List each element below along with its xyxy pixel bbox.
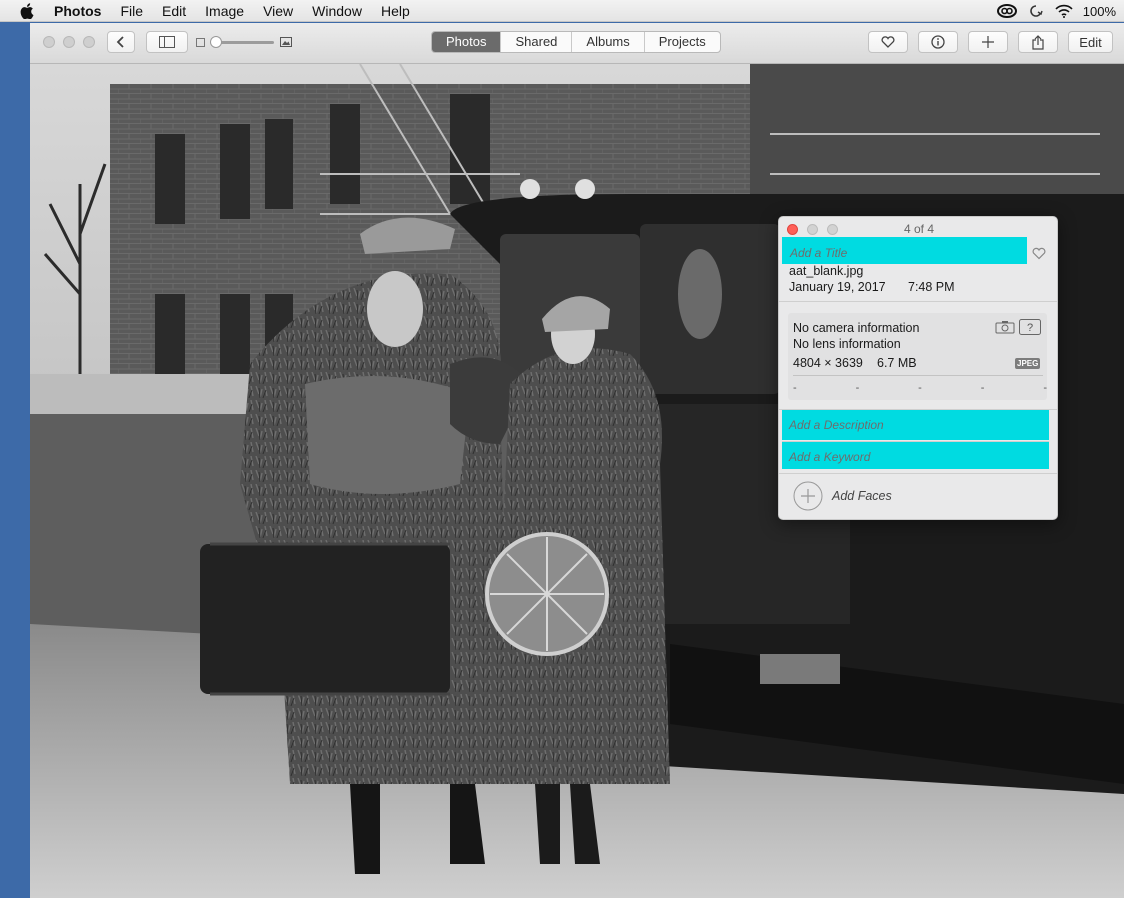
small-photo-icon <box>196 38 205 47</box>
window-zoom-button[interactable] <box>83 36 95 48</box>
sidebar-toggle-button[interactable] <box>146 31 188 53</box>
wifi-icon[interactable] <box>1055 4 1073 18</box>
help-question-icon[interactable]: ? <box>1019 319 1041 335</box>
exif-aperture: - <box>980 382 985 394</box>
favorite-heart-icon[interactable] <box>1032 247 1046 260</box>
keyword-placeholder: Add a Keyword <box>789 450 871 464</box>
tab-projects[interactable]: Projects <box>645 32 720 52</box>
divider <box>779 301 1057 302</box>
tab-shared[interactable]: Shared <box>501 32 573 52</box>
sidebar-icon <box>159 36 175 48</box>
description-placeholder: Add a Description <box>789 418 884 432</box>
file-size: 6.7 MB <box>877 356 917 370</box>
add-button[interactable] <box>968 31 1008 53</box>
title-placeholder: Add a Title <box>790 246 848 260</box>
photo-counter: 4 of 4 <box>903 222 935 236</box>
exif-focal: - <box>855 382 860 394</box>
window-minimize-button[interactable] <box>63 36 75 48</box>
tab-albums[interactable]: Albums <box>572 32 645 52</box>
exif-row: - - - - - <box>793 382 1047 394</box>
photo-time: 7:48 PM <box>908 280 955 294</box>
large-photo-icon <box>280 37 292 47</box>
add-faces-label[interactable]: Add Faces <box>832 489 892 503</box>
chevron-left-icon <box>116 36 124 48</box>
svg-text:?: ? <box>1027 322 1033 334</box>
filename: aat_blank.jpg <box>789 264 864 278</box>
menu-edit[interactable]: Edit <box>162 3 186 19</box>
share-icon <box>1032 34 1044 50</box>
menu-bar: Photos File Edit Image View Window Help … <box>0 0 1124 22</box>
camera-wb-icon <box>995 321 1015 334</box>
edit-button[interactable]: Edit <box>1068 31 1113 53</box>
info-panel: 4 of 4 Add a Title aat_blank.jpg January… <box>778 216 1058 520</box>
battery-percent[interactable]: 100% <box>1083 4 1116 19</box>
info-icon <box>931 35 945 49</box>
zoom-slider-knob[interactable] <box>210 36 222 48</box>
apple-menu-icon[interactable] <box>20 2 36 19</box>
creative-cloud-icon[interactable] <box>996 4 1017 18</box>
exif-iso: - <box>793 382 797 394</box>
exif-shutter: - <box>1043 382 1047 394</box>
add-faces-plus-icon[interactable] <box>793 481 823 511</box>
window-close-button[interactable] <box>43 36 55 48</box>
photo-date: January 19, 2017 <box>789 280 886 294</box>
menu-image[interactable]: Image <box>205 3 244 19</box>
info-button[interactable] <box>918 31 958 53</box>
tab-photos[interactable]: Photos <box>432 32 502 52</box>
back-button[interactable] <box>107 31 135 53</box>
toolbar: Photos Shared Albums Projects Edit <box>30 23 1124 64</box>
heart-icon <box>881 36 895 48</box>
divider <box>779 473 1057 474</box>
sync-status-icon[interactable] <box>1027 4 1045 18</box>
description-field[interactable]: Add a Description <box>782 410 1049 440</box>
share-button[interactable] <box>1018 31 1058 53</box>
plus-icon <box>982 36 994 48</box>
menu-app-name[interactable]: Photos <box>54 3 101 19</box>
view-segmented-control: Photos Shared Albums Projects <box>431 31 721 53</box>
menu-view[interactable]: View <box>263 3 293 19</box>
exif-ev: - <box>918 382 922 394</box>
favorite-button[interactable] <box>868 31 908 53</box>
exif-divider <box>793 375 1043 376</box>
image-dimensions: 4804 × 3639 <box>793 356 863 370</box>
camera-info: No camera information <box>793 321 920 335</box>
menu-help[interactable]: Help <box>381 3 410 19</box>
menu-file[interactable]: File <box>120 3 143 19</box>
format-badge: JPEG <box>1015 358 1041 369</box>
title-field[interactable]: Add a Title <box>782 237 1027 264</box>
keyword-field[interactable]: Add a Keyword <box>782 442 1049 469</box>
lens-info: No lens information <box>793 337 901 351</box>
menu-window[interactable]: Window <box>312 3 362 19</box>
